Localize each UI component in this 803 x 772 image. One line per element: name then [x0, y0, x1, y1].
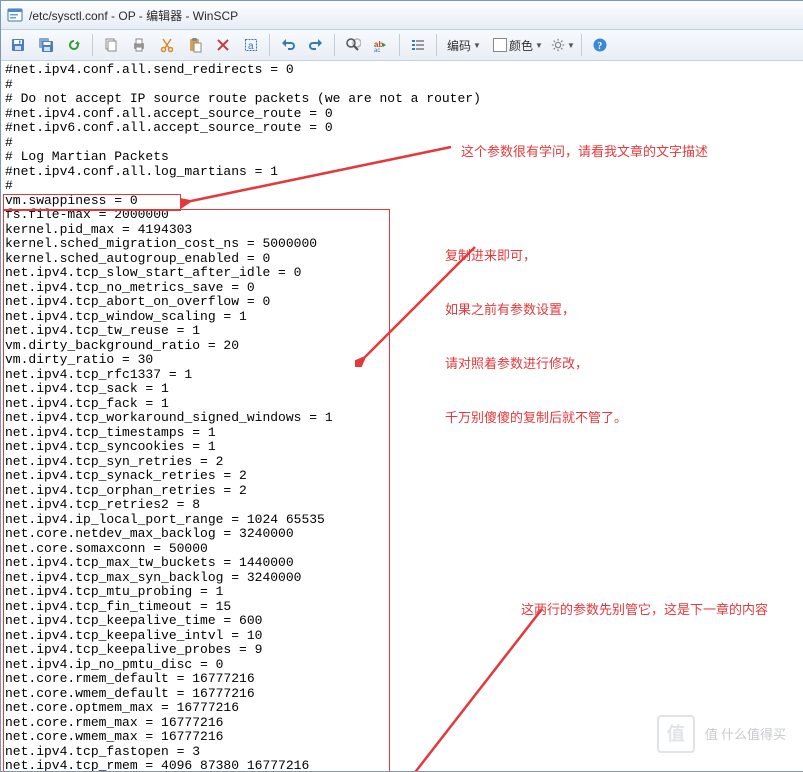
editor-line[interactable]: net.ipv4.tcp_keepalive_intvl = 10: [5, 629, 800, 644]
editor-line[interactable]: net.ipv4.tcp_synack_retries = 2: [5, 469, 800, 484]
watermark-text: 值 什么值得买: [705, 727, 786, 742]
find-button[interactable]: [340, 32, 366, 58]
editor-line[interactable]: #net.ipv4.conf.all.send_redirects = 0: [5, 63, 800, 78]
annotation-3: 这两行的参数先别管它，这是下一章的内容: [521, 601, 768, 619]
replace-button[interactable]: abac: [368, 32, 394, 58]
annotation-1: 这个参数很有学问，请看我文章的文字描述: [461, 143, 708, 161]
editor-line[interactable]: vm.dirty_background_ratio = 20: [5, 339, 800, 354]
editor-line[interactable]: net.core.wmem_default = 16777216: [5, 687, 800, 702]
editor-content[interactable]: #net.ipv4.conf.all.send_redirects = 0## …: [5, 63, 800, 771]
svg-text:ac: ac: [374, 48, 380, 53]
editor-line[interactable]: net.ipv4.tcp_tw_reuse = 1: [5, 324, 800, 339]
title-bar[interactable]: /etc/sysctl.conf - OP - 编辑器 - WinSCP: [1, 1, 803, 30]
watermark: 值 值 什么值得买: [657, 715, 786, 753]
editor-line[interactable]: kernel.sched_autogroup_enabled = 0: [5, 252, 800, 267]
redo-button[interactable]: [303, 32, 329, 58]
color-menu[interactable]: 颜色▼: [488, 32, 548, 58]
editor-line[interactable]: net.ipv4.tcp_no_metrics_save = 0: [5, 281, 800, 296]
help-button[interactable]: ?: [587, 32, 613, 58]
color-checkbox[interactable]: [493, 38, 507, 52]
select-all-button[interactable]: a: [238, 32, 264, 58]
editor-line[interactable]: net.ipv4.tcp_retries2 = 8: [5, 498, 800, 513]
editor-line[interactable]: net.ipv4.tcp_max_tw_buckets = 1440000: [5, 556, 800, 571]
text-editor[interactable]: #net.ipv4.conf.all.send_redirects = 0## …: [1, 61, 803, 771]
editor-line[interactable]: net.ipv4.tcp_rmem = 4096 87380 16777216: [5, 759, 800, 771]
toolbar-separator: [399, 34, 400, 56]
editor-line[interactable]: net.ipv4.tcp_rfc1337 = 1: [5, 368, 800, 383]
editor-line[interactable]: net.ipv4.tcp_window_scaling = 1: [5, 310, 800, 325]
editor-line[interactable]: net.core.optmem_max = 16777216: [5, 701, 800, 716]
encoding-label: 编码: [447, 37, 471, 54]
editor-line[interactable]: net.ipv4.tcp_workaround_signed_windows =…: [5, 411, 800, 426]
toolbar-separator: [436, 34, 437, 56]
editor-line[interactable]: #net.ipv4.conf.all.log_martians = 1: [5, 165, 800, 180]
editor-line[interactable]: vm.swappiness = 0: [5, 194, 800, 209]
chevron-down-icon: ▼: [567, 41, 575, 50]
editor-line[interactable]: #net.ipv4.conf.all.accept_source_route =…: [5, 107, 800, 122]
editor-line[interactable]: #net.ipv6.conf.all.accept_source_route =…: [5, 121, 800, 136]
svg-text:?: ?: [597, 41, 602, 52]
editor-line[interactable]: net.ipv4.tcp_orphan_retries = 2: [5, 484, 800, 499]
editor-line[interactable]: net.ipv4.tcp_keepalive_probes = 9: [5, 643, 800, 658]
editor-line[interactable]: net.core.rmem_default = 16777216: [5, 672, 800, 687]
editor-line[interactable]: net.ipv4.ip_no_pmtu_disc = 0: [5, 658, 800, 673]
editor-line[interactable]: #: [5, 179, 800, 194]
toolbar-separator: [334, 34, 335, 56]
save-button[interactable]: [5, 32, 31, 58]
save-all-button[interactable]: [33, 32, 59, 58]
editor-line[interactable]: #: [5, 78, 800, 93]
undo-button[interactable]: [275, 32, 301, 58]
chevron-down-icon: ▼: [535, 41, 543, 50]
editor-line[interactable]: kernel.sched_migration_cost_ns = 5000000: [5, 237, 800, 252]
editor-line[interactable]: net.core.somaxconn = 50000: [5, 542, 800, 557]
editor-line[interactable]: net.ipv4.tcp_mtu_probing = 1: [5, 585, 800, 600]
editor-line[interactable]: kernel.pid_max = 4194303: [5, 223, 800, 238]
app-window: /etc/sysctl.conf - OP - 编辑器 - WinSCP a a…: [0, 0, 803, 772]
chevron-down-icon: ▼: [473, 41, 481, 50]
color-label: 颜色: [509, 37, 533, 54]
app-icon: [7, 7, 23, 23]
annotation-2-line: 复制进来即可，: [445, 247, 627, 265]
annotation-2: 复制进来即可， 如果之前有参数设置， 请对照着参数进行修改， 千万别傻傻的复制后…: [445, 211, 627, 463]
editor-line[interactable]: net.ipv4.ip_local_port_range = 1024 6553…: [5, 513, 800, 528]
window-title: /etc/sysctl.conf - OP - 编辑器 - WinSCP: [29, 7, 238, 24]
paste-button[interactable]: [182, 32, 208, 58]
editor-line[interactable]: net.ipv4.tcp_timestamps = 1: [5, 426, 800, 441]
editor-line[interactable]: net.ipv4.tcp_syncookies = 1: [5, 440, 800, 455]
editor-line[interactable]: net.core.netdev_max_backlog = 3240000: [5, 527, 800, 542]
annotation-2-line: 千万别傻傻的复制后就不管了。: [445, 409, 627, 427]
reload-button[interactable]: [61, 32, 87, 58]
editor-line[interactable]: vm.dirty_ratio = 30: [5, 353, 800, 368]
editor-line[interactable]: net.ipv4.tcp_slow_start_after_idle = 0: [5, 266, 800, 281]
editor-line[interactable]: net.ipv4.tcp_abort_on_overflow = 0: [5, 295, 800, 310]
editor-line[interactable]: net.ipv4.tcp_max_syn_backlog = 3240000: [5, 571, 800, 586]
editor-line[interactable]: fs.file-max = 2000000: [5, 208, 800, 223]
copy-button[interactable]: [98, 32, 124, 58]
editor-line[interactable]: net.ipv4.tcp_syn_retries = 2: [5, 455, 800, 470]
toolbar: a abac 编码▼ 颜色▼ ▼ ?: [1, 30, 803, 61]
toolbar-separator: [269, 34, 270, 56]
svg-text:a: a: [248, 41, 254, 52]
toolbar-separator: [92, 34, 93, 56]
editor-line[interactable]: net.ipv4.tcp_sack = 1: [5, 382, 800, 397]
delete-button[interactable]: [210, 32, 236, 58]
annotation-2-line: 请对照着参数进行修改，: [445, 355, 627, 373]
print-button[interactable]: [126, 32, 152, 58]
goto-button[interactable]: [405, 32, 431, 58]
editor-line[interactable]: net.ipv4.tcp_fack = 1: [5, 397, 800, 412]
encoding-menu[interactable]: 编码▼: [442, 32, 486, 58]
cut-button[interactable]: [154, 32, 180, 58]
settings-button[interactable]: ▼: [550, 32, 576, 58]
watermark-icon: 值: [657, 715, 695, 753]
editor-line[interactable]: # Do not accept IP source route packets …: [5, 92, 800, 107]
toolbar-separator: [581, 34, 582, 56]
annotation-2-line: 如果之前有参数设置，: [445, 301, 627, 319]
